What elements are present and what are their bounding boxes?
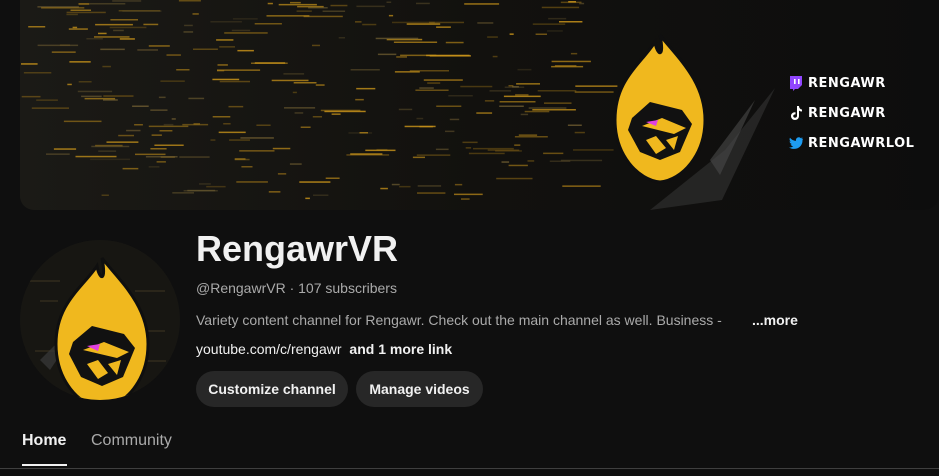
channel-name: RengawrVR	[196, 228, 399, 269]
channel-links: youtube.com/c/rengawr and 1 more link	[196, 341, 452, 357]
manage-videos-button[interactable]: Manage videos	[356, 371, 483, 407]
channel-avatar-logo-icon	[20, 240, 180, 400]
social-label: RENGAWR	[808, 105, 886, 121]
twitch-icon	[788, 75, 804, 91]
tab-home[interactable]: Home	[22, 426, 67, 466]
channel-tabs: Home Community	[22, 426, 196, 466]
channel-handle-subscribers: @RengawrVR · 107 subscribers	[196, 280, 397, 296]
channel-banner: RENGAWR RENGAWR RENGAWRLOL	[20, 0, 939, 210]
banner-social-twitter: RENGAWRLOL	[788, 128, 939, 158]
banner-social-list: RENGAWR RENGAWR RENGAWRLOL	[788, 68, 939, 158]
tabs-divider	[0, 468, 939, 469]
social-label: RENGAWR	[808, 75, 886, 91]
social-label: RENGAWRLOL	[808, 135, 915, 151]
twitter-icon	[788, 135, 804, 151]
banner-social-tiktok: RENGAWR	[788, 98, 939, 128]
tab-community[interactable]: Community	[91, 426, 172, 466]
tiktok-icon	[788, 105, 804, 121]
customize-channel-button[interactable]: Customize channel	[196, 371, 348, 407]
channel-link-url[interactable]: youtube.com/c/rengawr	[196, 341, 342, 357]
channel-avatar[interactable]	[20, 240, 180, 400]
banner-social-twitch: RENGAWR	[788, 68, 939, 98]
channel-description[interactable]: Variety content channel for Rengawr. Che…	[196, 312, 722, 328]
more-links-button[interactable]: and 1 more link	[349, 341, 452, 357]
description-more-link[interactable]: ...more	[752, 312, 798, 328]
